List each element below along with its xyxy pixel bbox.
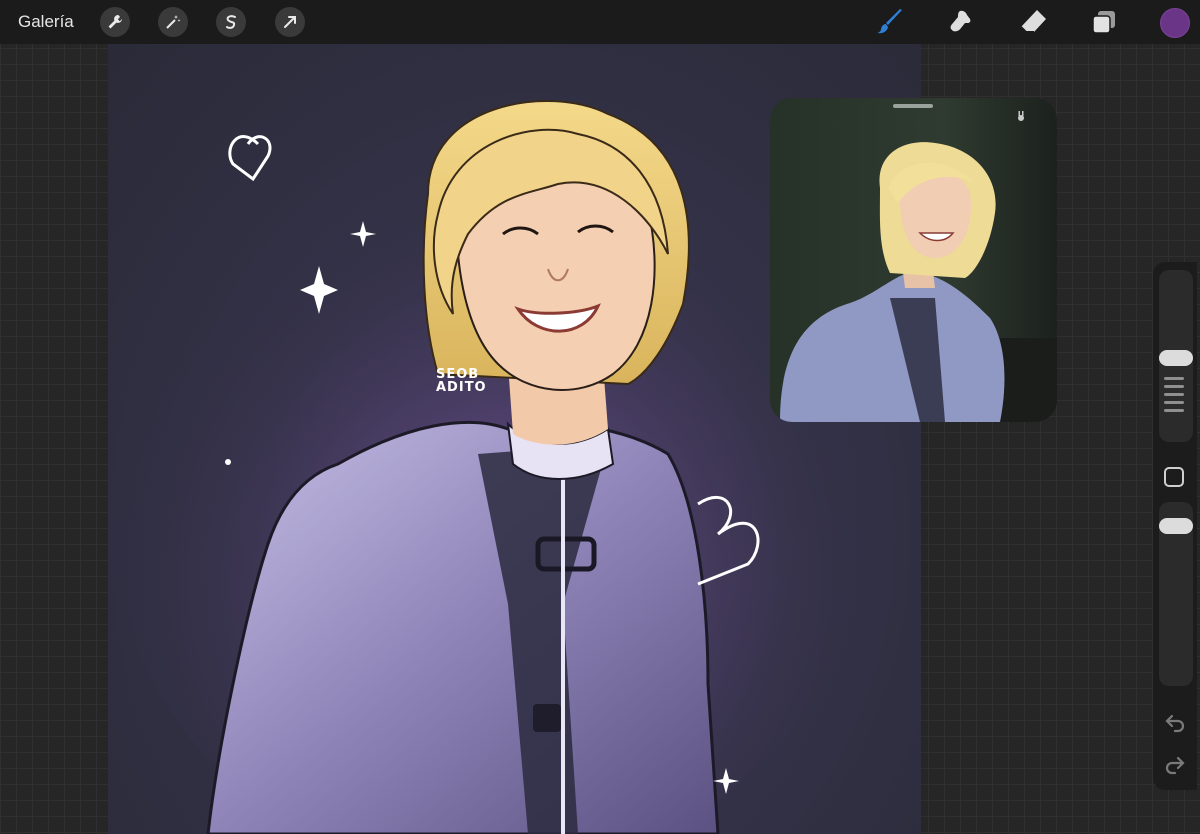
side-toolbar [1153,262,1197,790]
smudge-tool[interactable] [945,6,977,38]
selection-icon [226,15,236,29]
undo-icon[interactable] [1164,711,1186,733]
reference-photo [780,142,1057,422]
bunny-icon [1018,111,1024,121]
brush-size-knob[interactable] [1159,350,1193,366]
sparkle-dot [225,459,231,465]
transform-button[interactable] [275,7,305,37]
wrench-icon [108,15,122,29]
eraser-tool[interactable] [1017,6,1049,38]
layers-icon [1092,11,1115,34]
layers-tool[interactable] [1088,6,1120,38]
adjustments-button[interactable] [158,7,188,37]
smudge-icon [950,10,971,32]
modify-button[interactable] [1164,467,1184,487]
magic-wand-icon [166,15,181,29]
transform-arrow-icon [284,16,296,28]
brush-tool[interactable] [875,6,907,38]
eraser-icon [1020,10,1046,33]
reference-window[interactable] [770,98,1057,422]
actions-button[interactable] [100,7,130,37]
heart-doodle [228,135,272,182]
top-toolbar: Galería [0,0,1200,44]
selection-button[interactable] [216,7,246,37]
opacity-knob[interactable] [1159,518,1193,534]
redo-icon[interactable] [1164,753,1186,775]
watermark-line2: ADITO [436,380,487,395]
gallery-button[interactable]: Galería [18,12,74,32]
brush-icon [877,9,902,34]
size-indicator [1164,377,1184,417]
color-swatch[interactable] [1160,8,1190,38]
watermark: SEOB ADITO [436,368,487,394]
